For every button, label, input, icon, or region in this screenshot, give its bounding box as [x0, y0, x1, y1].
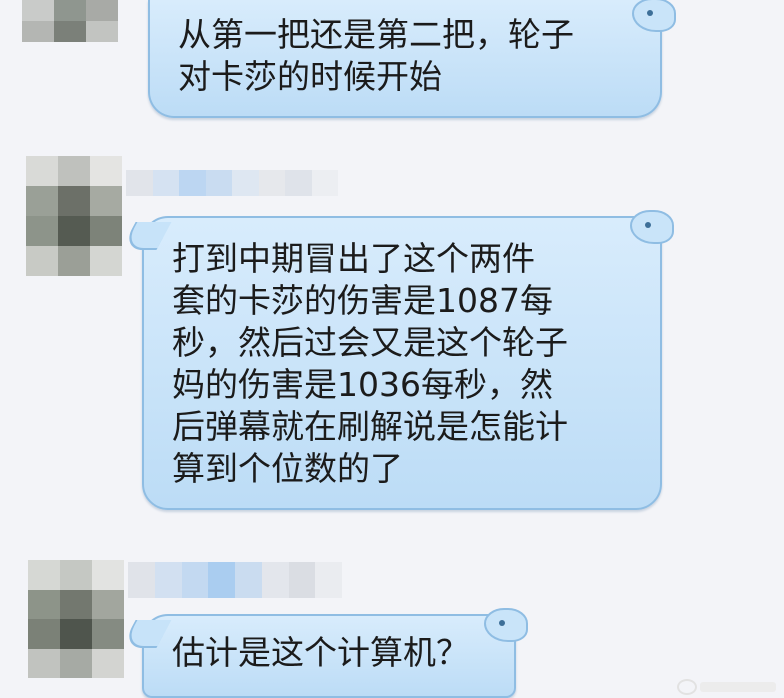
sender-name-redacted [128, 562, 342, 598]
weibo-watermark [677, 679, 776, 695]
message-bubble[interactable]: 打到中期冒出了这个两件 套的卡莎的伤害是1087每 秒，然后过会又是这个轮子 妈… [120, 210, 674, 510]
sender-name-redacted [126, 170, 338, 196]
message-text: 估计是这个计算机？ [172, 633, 469, 672]
bubble-tail [120, 222, 172, 250]
avatar[interactable] [22, 0, 118, 42]
message-bubble[interactable]: 估计是这个计算机？ [120, 608, 528, 698]
weibo-watermark-icon [677, 679, 697, 695]
avatar[interactable] [28, 560, 124, 678]
watermark-redacted-text [700, 682, 776, 692]
message-text: 从第一把还是第二把，轮子 对卡莎的时候开始 [178, 15, 574, 96]
bubble-tail [120, 620, 172, 648]
message-text: 打到中期冒出了这个两件 套的卡莎的伤害是1087每 秒，然后过会又是这个轮子 妈… [172, 239, 568, 488]
avatar[interactable] [26, 156, 122, 276]
message-bubble[interactable]: 从第一把还是第二把，轮子 对卡莎的时候开始 [148, 0, 676, 118]
